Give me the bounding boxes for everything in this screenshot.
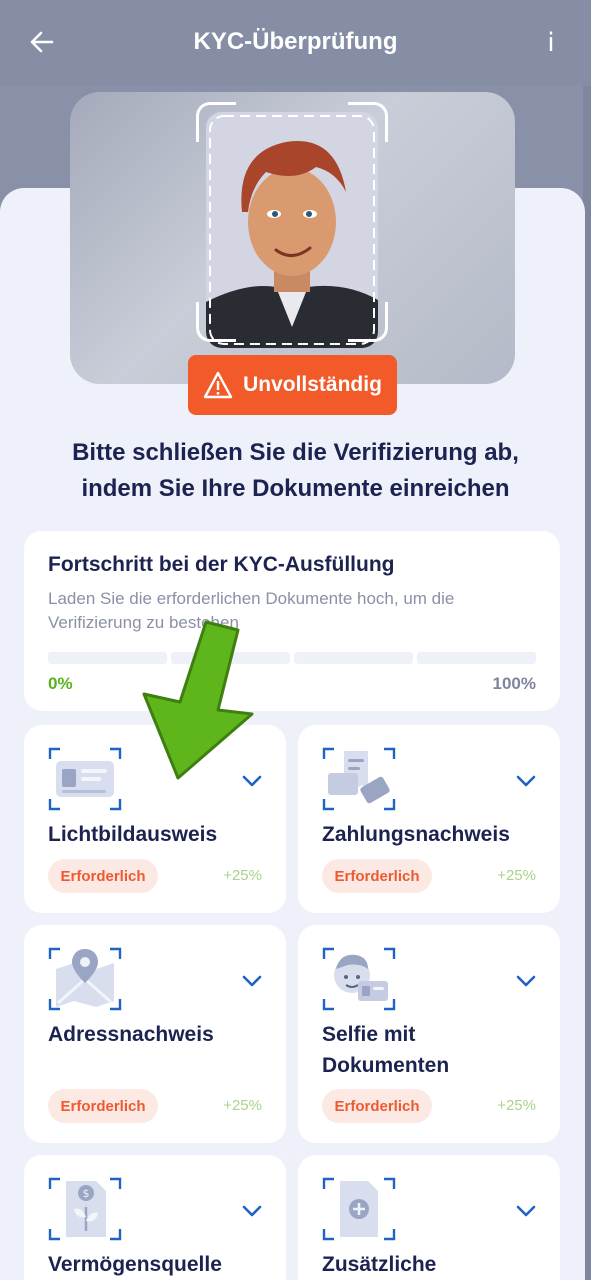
points-label: +25% xyxy=(223,1097,262,1114)
svg-text:$: $ xyxy=(83,1187,90,1200)
chevron-down-icon[interactable] xyxy=(514,769,538,793)
document-card-selfie[interactable]: Selfie mit Dokumenten Erforderlich +25% xyxy=(298,925,560,1143)
progress-segment xyxy=(417,652,536,664)
required-badge: Erforderlich xyxy=(322,859,432,893)
document-title: Zusätzliche xyxy=(322,1253,437,1276)
money-plant-icon: $ xyxy=(48,1177,122,1241)
document-title: Zahlungsnachweis xyxy=(322,823,510,846)
required-badge: Erforderlich xyxy=(322,1089,432,1123)
chevron-down-icon[interactable] xyxy=(514,969,538,993)
points-label: +25% xyxy=(497,1097,536,1114)
progress-bar xyxy=(48,652,536,664)
warning-icon xyxy=(203,371,233,399)
points-label: +25% xyxy=(223,867,262,884)
profile-photo xyxy=(70,92,515,384)
chevron-down-icon[interactable] xyxy=(240,969,264,993)
top-bar: KYC-Überprüfung i xyxy=(0,0,591,86)
required-badge: Erforderlich xyxy=(48,859,158,893)
document-title: Lichtbildausweis xyxy=(48,823,218,846)
selfie-icon xyxy=(322,947,396,1011)
scan-corner xyxy=(196,102,236,142)
document-card-payment[interactable]: Zahlungsnachweis Erforderlich +25% xyxy=(298,725,560,913)
headline: Bitte schließen Sie die Verifizierung ab… xyxy=(30,435,561,507)
required-badge: Erforderlich xyxy=(48,1089,158,1123)
progress-segment xyxy=(294,652,413,664)
scan-corner xyxy=(196,302,236,342)
document-card-address[interactable]: Adressnachweis Erforderlich +25% xyxy=(24,925,286,1143)
headline-line-2: indem Sie Ihre Dokumente einreichen xyxy=(81,475,510,502)
payment-proof-icon xyxy=(322,747,396,811)
progress-card: Fortschritt bei der KYC-Ausfüllung Laden… xyxy=(24,531,560,711)
progress-max-label: 100% xyxy=(492,674,536,693)
document-title: Adressnachweis xyxy=(48,1023,214,1046)
status-label: Unvollständig xyxy=(243,373,382,396)
headline-line-1: Bitte schließen Sie die Verifizierung ab… xyxy=(72,439,519,466)
add-document-icon xyxy=(322,1177,396,1241)
progress-title: Fortschritt bei der KYC-Ausfüllung xyxy=(48,553,395,576)
id-card-icon xyxy=(48,747,122,811)
map-pin-icon xyxy=(48,947,122,1011)
status-badge: Unvollständig xyxy=(188,355,397,415)
scan-corner xyxy=(348,302,388,342)
chevron-down-icon[interactable] xyxy=(514,1199,538,1223)
document-card-additional[interactable]: Zusätzliche xyxy=(298,1155,560,1280)
points-label: +25% xyxy=(497,867,536,884)
scan-corner xyxy=(348,102,388,142)
document-title: Selfie mit Dokumenten xyxy=(322,1023,450,1077)
chevron-down-icon[interactable] xyxy=(240,1199,264,1223)
progress-min-label: 0% xyxy=(48,674,73,693)
pointer-arrow-icon xyxy=(142,620,254,780)
progress-subtitle: Laden Sie die erforderlichen Dokumente h… xyxy=(48,589,455,632)
page-title: KYC-Überprüfung xyxy=(193,28,398,55)
info-button[interactable]: i xyxy=(541,26,561,60)
document-title: Vermögensquelle xyxy=(48,1253,222,1276)
document-card-wealth[interactable]: $ Vermögensquelle xyxy=(24,1155,286,1280)
